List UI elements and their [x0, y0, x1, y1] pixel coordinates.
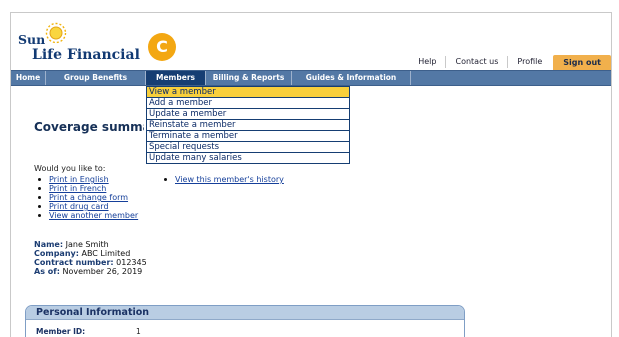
view-member-history-link[interactable]: View this member's history	[175, 175, 284, 184]
panel-title: Personal Information	[26, 306, 464, 320]
bullet-icon	[38, 178, 41, 181]
bullet-icon	[38, 205, 41, 208]
member-summary: Name: Jane Smith Company: ABC Limited Co…	[34, 240, 147, 276]
menu-item-add-member[interactable]: Add a member	[147, 98, 349, 109]
member-id-label: Member ID:	[36, 327, 86, 336]
bullet-icon	[164, 178, 167, 181]
contract-label: Contract number:	[34, 258, 114, 267]
menu-item-update-salaries[interactable]: Update many salaries	[147, 153, 349, 163]
member-name-row: Name: Jane Smith	[34, 240, 147, 249]
contract-row: Contract number: 012345	[34, 258, 147, 267]
personal-information-panel: Personal Information Member ID: 1	[25, 305, 465, 337]
name-label: Name:	[34, 240, 64, 249]
print-change-form-link[interactable]: Print a change form	[49, 193, 128, 202]
member-id-row: Member ID: 1	[36, 327, 141, 336]
main-navigation: Home Group Benefits Members Billing & Re…	[11, 70, 611, 86]
list-item: View another member	[33, 211, 138, 220]
as-of-label: As of:	[34, 267, 60, 276]
print-french-link[interactable]: Print in French	[49, 184, 106, 193]
member-id-value: 1	[136, 327, 141, 336]
bullet-icon	[38, 187, 41, 190]
page-title: Coverage summary	[34, 120, 144, 134]
as-of-date: November 26, 2019	[62, 267, 143, 276]
list-item: Print in French	[33, 184, 138, 193]
sign-out-button[interactable]: Sign out	[553, 54, 611, 70]
menu-item-view-member[interactable]: View a member	[147, 87, 349, 98]
action-links-right: View this member's history	[159, 175, 284, 184]
contact-us-link[interactable]: Contact us	[445, 56, 507, 68]
nav-home[interactable]: Home	[11, 71, 46, 85]
list-item: Print drug card	[33, 202, 138, 211]
view-another-member-link[interactable]: View another member	[49, 211, 138, 220]
member-name: Jane Smith	[65, 240, 109, 249]
menu-item-terminate-member[interactable]: Terminate a member	[147, 131, 349, 142]
logo-line-2: Life Financial	[32, 47, 140, 63]
print-english-link[interactable]: Print in English	[49, 175, 109, 184]
company-row: Company: ABC Limited	[34, 249, 147, 258]
step-badge: C	[148, 33, 176, 61]
list-item: Print a change form	[33, 193, 138, 202]
help-link[interactable]: Help	[409, 56, 445, 68]
nav-billing-reports[interactable]: Billing & Reports	[206, 71, 292, 85]
company-name: ABC Limited	[81, 249, 131, 258]
nav-group-benefits[interactable]: Group Benefits	[46, 71, 146, 85]
menu-item-special-requests[interactable]: Special requests	[147, 142, 349, 153]
members-dropdown-menu: View a member Add a member Update a memb…	[146, 86, 350, 164]
sun-burst-icon	[45, 22, 67, 44]
nav-guides-information[interactable]: Guides & Information	[292, 71, 411, 85]
browser-frame: Sun Life Financial C Help Contact us Pro…	[10, 12, 612, 337]
would-you-like-label: Would you like to:	[34, 164, 106, 173]
profile-link[interactable]: Profile	[507, 56, 551, 68]
as-of-row: As of: November 26, 2019	[34, 267, 147, 276]
bullet-icon	[38, 214, 41, 217]
menu-item-update-member[interactable]: Update a member	[147, 109, 349, 120]
menu-item-reinstate-member[interactable]: Reinstate a member	[147, 120, 349, 131]
action-links-left: Print in English Print in French Print a…	[33, 175, 138, 220]
utility-links: Help Contact us Profile Sign out	[409, 54, 611, 70]
bullet-icon	[38, 196, 41, 199]
list-item: View this member's history	[159, 175, 284, 184]
company-label: Company:	[34, 249, 79, 258]
contract-number: 012345	[116, 258, 147, 267]
list-item: Print in English	[33, 175, 138, 184]
sun-life-logo[interactable]: Sun Life Financial	[18, 21, 140, 69]
nav-members[interactable]: Members	[146, 71, 206, 85]
logo-line-1: Sun	[18, 32, 46, 47]
print-drug-card-link[interactable]: Print drug card	[49, 202, 109, 211]
